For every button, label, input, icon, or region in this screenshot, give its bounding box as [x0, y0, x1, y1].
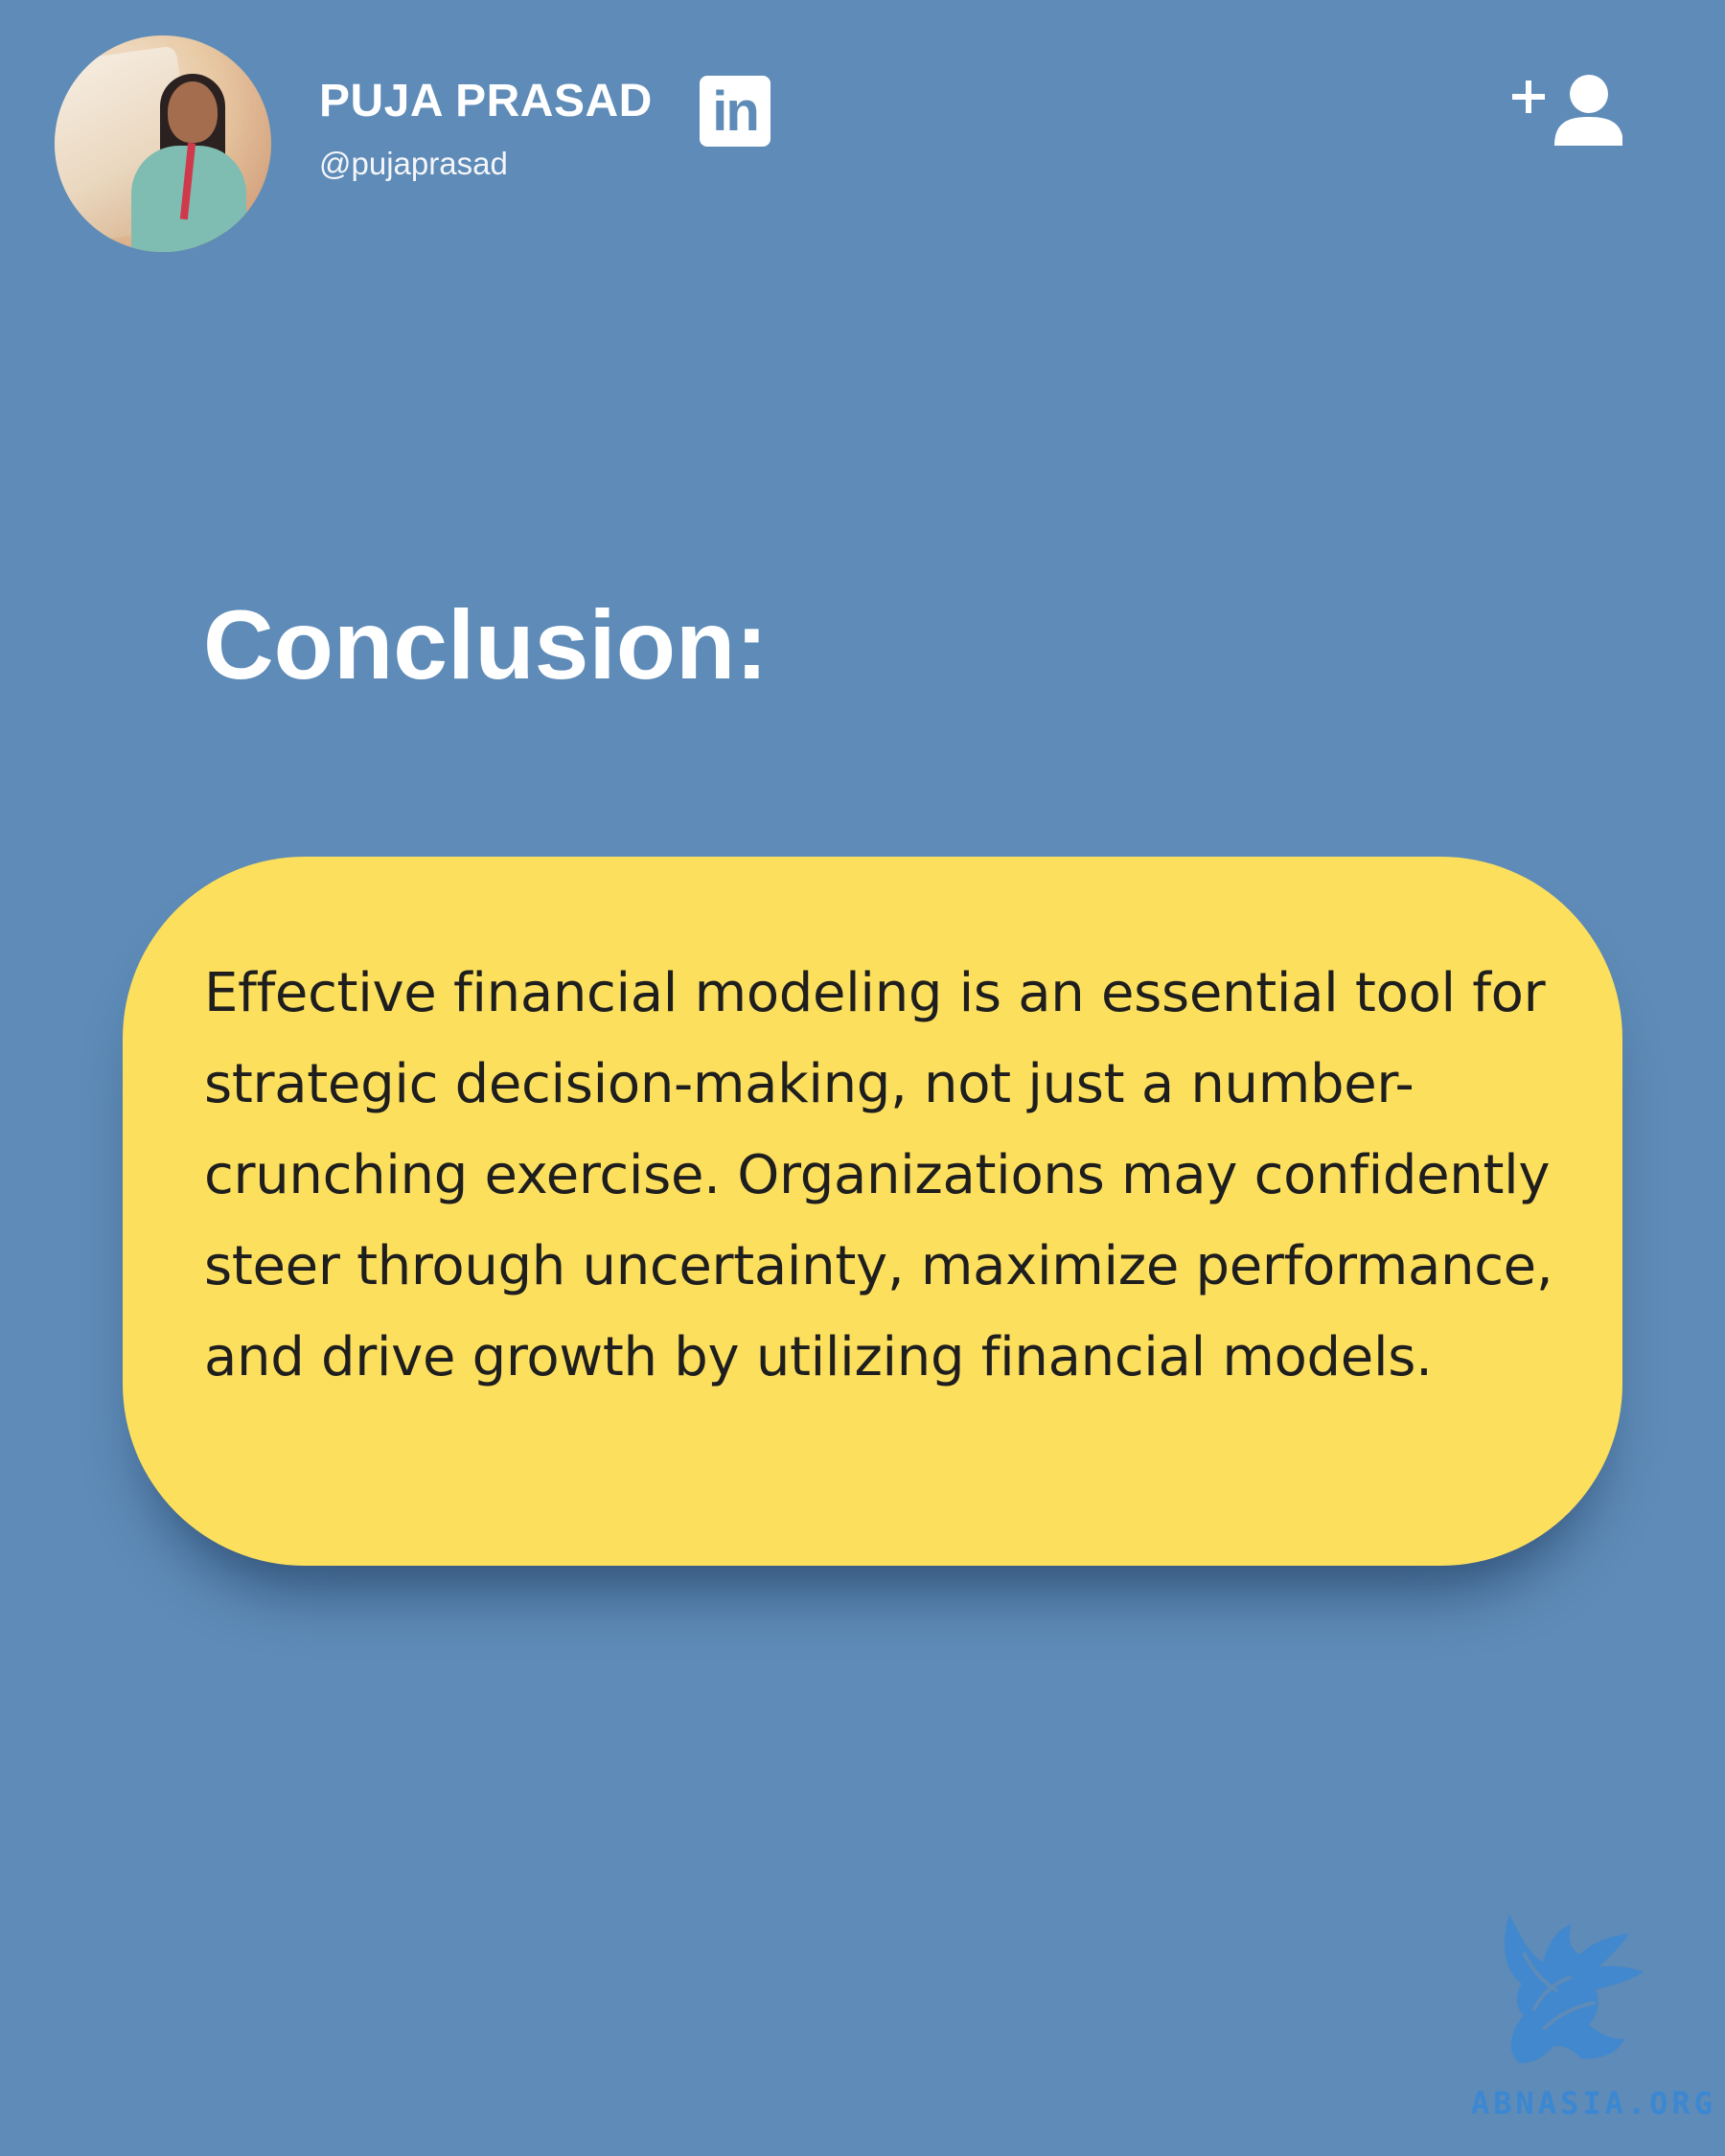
linkedin-icon-label: in: [712, 80, 760, 143]
avatar[interactable]: [55, 35, 271, 252]
griffin-logo-icon: [1504, 1915, 1644, 2064]
linkedin-icon[interactable]: in: [700, 76, 770, 147]
profile-handle: @pujaprasad: [319, 146, 508, 181]
conclusion-card: Effective financial modeling is an essen…: [123, 857, 1622, 1566]
conclusion-text: Effective financial modeling is an essen…: [204, 962, 1553, 1388]
add-user-icon[interactable]: [1512, 73, 1622, 149]
avatar-face: [168, 81, 218, 143]
watermark-site: ABNASIA.ORG: [1471, 2085, 1716, 2122]
profile-name: PUJA PRASAD: [319, 76, 653, 126]
page-title: Conclusion:: [203, 590, 769, 700]
